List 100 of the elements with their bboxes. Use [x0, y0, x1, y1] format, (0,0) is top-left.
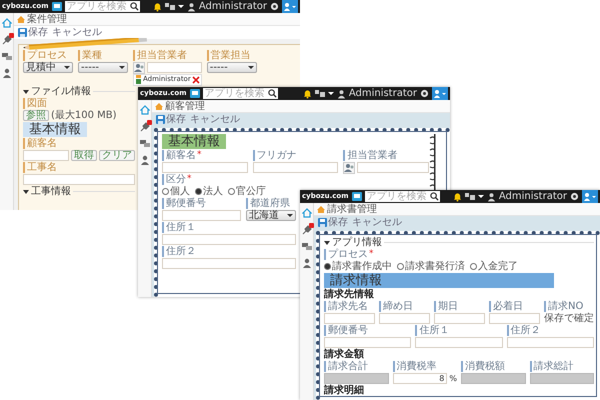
breadcrumb-link[interactable]: 案件管理 — [27, 14, 67, 24]
people-icon — [164, 2, 175, 11]
field-label: 顧客名 — [27, 138, 57, 149]
radio-option[interactable]: 個人 — [162, 186, 190, 197]
text-field[interactable] — [506, 337, 594, 348]
field-label: 期日 — [438, 301, 458, 312]
text-field[interactable] — [23, 174, 135, 185]
chat-icon[interactable] — [140, 139, 150, 148]
app-icon[interactable] — [190, 89, 200, 98]
search-icon — [268, 89, 277, 98]
app-icon[interactable] — [52, 2, 62, 11]
text-field[interactable] — [162, 258, 296, 269]
section-title[interactable]: 工事情報 — [31, 186, 71, 197]
field-label: 区分 — [166, 174, 186, 185]
section-title[interactable]: アプリ情報 — [332, 237, 382, 248]
field-label: 消費税率 — [396, 361, 436, 372]
radio-button[interactable] — [397, 263, 404, 270]
chat-icon[interactable] — [2, 52, 12, 61]
pin-icon[interactable] — [302, 225, 312, 235]
caret-icon[interactable] — [328, 92, 334, 95]
readonly-field — [324, 373, 388, 384]
person-icon[interactable] — [302, 258, 312, 268]
radio-button[interactable] — [324, 263, 331, 270]
text-field[interactable] — [324, 313, 375, 324]
browse-button[interactable]: 参照 — [23, 110, 49, 121]
radio-button[interactable] — [228, 188, 235, 195]
radio-option[interactable]: 請求書作成中 — [324, 261, 392, 272]
user-menu[interactable]: Administrator — [348, 88, 417, 99]
lookup-button[interactable]: 取得 — [71, 150, 97, 161]
text-field[interactable] — [162, 210, 241, 221]
text-field[interactable] — [324, 337, 412, 348]
lookup-button[interactable]: クリア — [99, 150, 135, 161]
text-field[interactable] — [162, 234, 296, 245]
field-label: 都道府県 — [250, 198, 290, 209]
cancel-button[interactable]: キャンセル — [52, 27, 102, 38]
radio-option[interactable]: 法人 — [195, 186, 223, 197]
radio-button[interactable] — [162, 188, 169, 195]
dropdown[interactable]: 北海道 — [246, 210, 296, 221]
caret-icon — [248, 66, 254, 69]
field-label: フリガナ — [256, 150, 297, 161]
caret-icon — [64, 66, 70, 69]
bell-icon[interactable] — [302, 88, 312, 98]
dropdown[interactable]: 見積中 — [23, 62, 73, 73]
text-field[interactable] — [434, 313, 485, 324]
field-label: 顧客名 — [166, 150, 196, 161]
text-field[interactable] — [415, 337, 503, 348]
toggle-icon[interactable] — [23, 188, 29, 194]
user-menu[interactable]: Administrator — [198, 1, 267, 12]
cancel-button[interactable]: キャンセル — [190, 114, 240, 125]
bell-icon[interactable] — [152, 2, 162, 12]
text-field[interactable] — [379, 313, 430, 324]
field-label: 業種 — [82, 50, 102, 61]
field-label: 住所２ — [510, 325, 541, 336]
text-field[interactable] — [147, 62, 202, 73]
unit-label: % — [449, 374, 457, 383]
person-icon[interactable] — [140, 155, 150, 165]
text-field[interactable] — [23, 150, 69, 161]
toggle-icon[interactable] — [324, 240, 330, 246]
dropdown[interactable]: ----- — [78, 62, 128, 73]
radio-option[interactable]: 入金完了 — [470, 261, 518, 272]
user-picker-icon[interactable] — [133, 62, 145, 74]
toggle-icon[interactable] — [23, 88, 29, 94]
text-field[interactable] — [252, 162, 338, 173]
dropdown[interactable]: ----- — [206, 62, 257, 73]
people-icon — [464, 192, 475, 201]
text-field[interactable] — [162, 162, 248, 173]
caret-icon[interactable] — [478, 195, 484, 198]
settings-icon[interactable] — [420, 89, 429, 98]
radio-button[interactable] — [195, 188, 202, 195]
section-title[interactable]: ファイル情報 — [31, 86, 91, 97]
field-label: 請求合計 — [328, 361, 368, 372]
app-icon[interactable] — [352, 192, 362, 201]
text-field[interactable] — [357, 162, 430, 173]
radio-button[interactable] — [470, 263, 477, 270]
settings-icon[interactable] — [570, 192, 579, 201]
user-menu[interactable]: Administrator — [498, 191, 567, 202]
settings-icon[interactable] — [270, 2, 279, 11]
pin-icon[interactable] — [140, 122, 150, 132]
bell-icon[interactable] — [452, 192, 462, 202]
field-label: 図面 — [27, 98, 47, 109]
person-icon[interactable] — [2, 68, 12, 78]
save-button[interactable]: 保存 — [18, 27, 48, 38]
radio-option[interactable]: 官公庁 — [228, 186, 266, 197]
readonly-field — [530, 373, 594, 384]
save-button[interactable]: 保存 — [156, 114, 186, 125]
number-field[interactable]: 8 — [392, 373, 448, 384]
breadcrumb-link[interactable]: 顧客管理 — [165, 100, 205, 112]
readonly-field — [461, 373, 526, 384]
save-button[interactable]: 保存 — [318, 217, 348, 228]
cancel-button[interactable]: キャンセル — [352, 217, 402, 228]
text-field[interactable] — [489, 313, 540, 324]
breadcrumb-link[interactable]: 請求書管理 — [327, 204, 377, 214]
remove-icon[interactable] — [192, 76, 200, 84]
size-note: (最大100 MB) — [51, 110, 117, 121]
chat-icon[interactable] — [302, 242, 312, 251]
search-icon — [130, 2, 139, 11]
user-picker-icon[interactable] — [343, 162, 356, 174]
pin-icon[interactable] — [2, 35, 12, 45]
radio-option[interactable]: 請求書発行済 — [397, 261, 465, 272]
caret-icon[interactable] — [178, 5, 184, 8]
